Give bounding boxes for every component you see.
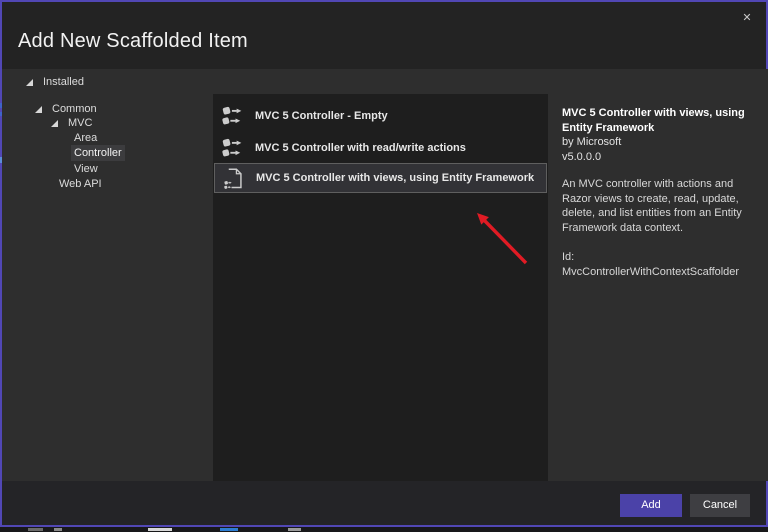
add-button[interactable]: Add — [620, 494, 682, 517]
dialog-titlebar: Add New Scaffolded Item ✕ — [2, 2, 766, 69]
tree-node-label[interactable]: Web API — [56, 176, 105, 192]
list-item-label[interactable]: MVC 5 Controller with read/write actions — [255, 142, 466, 154]
screen: Add New Scaffolded Item ✕ Installed Comm… — [0, 0, 768, 532]
tree-node-controller[interactable]: Controller — [71, 145, 125, 161]
tree-node-label[interactable]: Area — [71, 130, 100, 146]
add-new-scaffolded-item-dialog: Add New Scaffolded Item ✕ Installed Comm… — [0, 0, 768, 527]
close-icon[interactable]: ✕ — [738, 9, 756, 27]
tree-node-label[interactable]: View — [71, 161, 101, 177]
tree-node-web-api[interactable]: Web API — [56, 176, 105, 192]
details-id: Id: MvcControllerWithContextScaffolder — [562, 250, 754, 279]
list-item-label[interactable]: MVC 5 Controller - Empty — [255, 110, 388, 122]
screen-edge-artifact — [0, 103, 2, 108]
taskbar-icon-fragment — [54, 528, 62, 531]
list-item-mvc5-controller-views-ef[interactable]: MVC 5 Controller with views, using Entit… — [214, 163, 547, 193]
document-flow-icon — [223, 168, 245, 189]
list-item-mvc5-controller-readwrite[interactable]: MVC 5 Controller with read/write actions — [214, 132, 547, 163]
expander-icon[interactable] — [35, 105, 43, 114]
details-description: An MVC controller with actions and Razor… — [562, 177, 754, 235]
tree-node-mvc[interactable]: MVC — [51, 115, 95, 131]
dialog-title: Add New Scaffolded Item — [18, 30, 248, 53]
tree-node-label[interactable]: Installed — [40, 74, 87, 90]
tree-node-label[interactable]: Controller — [71, 145, 125, 161]
tree-node-view[interactable]: View — [71, 161, 101, 177]
flow-icon — [222, 137, 244, 158]
taskbar-sliver — [0, 527, 768, 532]
taskbar-icon-fragment — [288, 528, 301, 531]
expander-icon[interactable] — [26, 78, 34, 87]
expander-icon[interactable] — [51, 119, 59, 128]
list-item-label[interactable]: MVC 5 Controller with views, using Entit… — [256, 172, 534, 184]
cancel-button[interactable]: Cancel — [690, 494, 750, 517]
details-title: MVC 5 Controller with views, using Entit… — [562, 106, 754, 135]
tree-node-area[interactable]: Area — [71, 130, 100, 146]
tree-node-installed[interactable]: Installed — [26, 74, 87, 90]
screen-edge-artifact — [0, 157, 2, 163]
screen-edge-artifact — [0, 112, 2, 116]
dialog-footer: Add Cancel — [2, 481, 766, 525]
tree-node-label[interactable]: MVC — [65, 115, 95, 131]
details-author: by Microsoft — [562, 135, 754, 150]
scaffold-details-panel: MVC 5 Controller with views, using Entit… — [549, 69, 768, 481]
scaffold-list: MVC 5 Controller - Empty MVC 5 Controlle… — [213, 94, 548, 481]
taskbar-icon-fragment — [28, 528, 43, 531]
taskbar-icon-fragment — [148, 528, 172, 531]
details-version: v5.0.0.0 — [562, 150, 754, 165]
list-item-mvc5-controller-empty[interactable]: MVC 5 Controller - Empty — [214, 100, 547, 131]
taskbar-icon-fragment — [220, 528, 238, 531]
flow-icon — [222, 105, 244, 126]
